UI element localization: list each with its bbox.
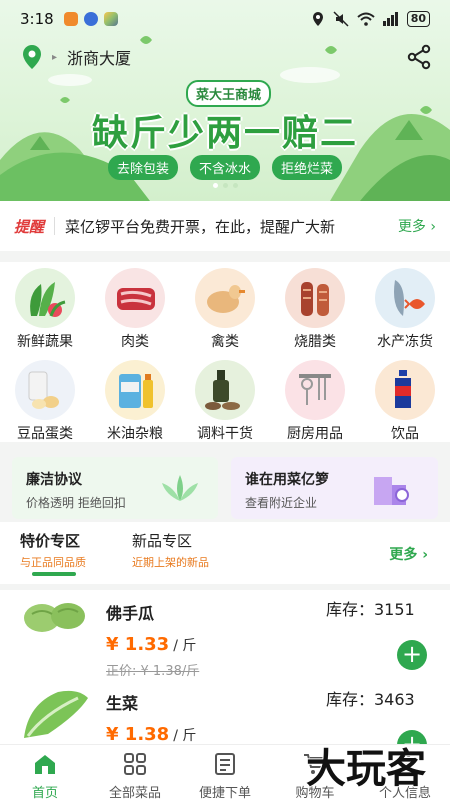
nav-quick-order[interactable]: 便捷下单 (180, 745, 270, 800)
nav-all-products[interactable]: 全部菜品 (90, 745, 180, 800)
tabs-more-link[interactable]: 更多 › (389, 544, 428, 564)
svg-text:大玩客: 大玩客 (306, 745, 426, 792)
location-status-icon (312, 12, 323, 26)
status-icons: 80 (311, 11, 430, 27)
vegetables-icon (15, 268, 75, 328)
notice-divider (54, 217, 56, 235)
mute-icon (333, 11, 349, 27)
roast-meat-icon (285, 268, 345, 328)
category-meat[interactable]: 肉类 (90, 262, 180, 352)
banner-title: 缺斤少两一赔二 (91, 112, 358, 154)
product-item[interactable]: 佛手瓜 库存：3151 ¥ 1.33/ 斤 正价: ¥ 1.38/斤 + (0, 590, 450, 682)
nav-home[interactable]: 首页 (0, 745, 90, 800)
order-icon (215, 753, 235, 775)
building-icon (374, 477, 409, 505)
status-bar: 3:18 80 (0, 0, 450, 38)
drinks-icon (375, 360, 435, 420)
location-bar[interactable]: ▸ 浙商大厦 (18, 42, 432, 72)
location-name[interactable]: 浙商大厦 (67, 45, 131, 69)
carousel-dot[interactable] (212, 183, 218, 188)
status-time: 3:18 (20, 10, 54, 28)
kitchenware-icon (285, 360, 345, 420)
notice-text: 菜亿锣平台免费开票，在此，提醒广大新 (65, 217, 336, 236)
seafood-icon (375, 268, 435, 328)
category-poultry[interactable]: 禽类 (180, 262, 270, 352)
carousel-dots (0, 183, 450, 188)
share-icon[interactable] (406, 44, 432, 70)
lettuce-image (24, 690, 88, 738)
notice-tag: 提醒 (14, 217, 45, 236)
hero-banner[interactable]: 3:18 80 ▸ 浙商大厦 菜大王商城 缺斤少两一赔二 去除包装 不含冰水 拒… (0, 0, 450, 201)
category-drinks[interactable]: 饮品 (360, 354, 450, 444)
category-rice-oil[interactable]: 米油杂粮 (90, 354, 180, 444)
lotus-icon (162, 475, 198, 501)
meat-icon (105, 268, 165, 328)
active-tab-indicator (32, 572, 76, 576)
product-price: ¥ 1.38/ 斤 (106, 724, 197, 745)
category-kitchenware[interactable]: 厨房用品 (270, 354, 360, 444)
home-icon (35, 755, 55, 774)
category-grid: 新鲜蔬果 肉类 禽类 烧腊类 水产冻货 豆品蛋类 米油杂粮 调料干货 厨房用品 … (0, 262, 450, 442)
banner-pill: 拒绝烂菜 (272, 155, 343, 180)
add-to-cart-button[interactable]: + (397, 640, 427, 670)
tab-special-offer[interactable]: 特价专区 与正品同品质 (20, 530, 86, 570)
category-seasoning[interactable]: 调料干货 (180, 354, 270, 444)
carousel-dot[interactable] (222, 183, 228, 188)
tab-new-arrivals[interactable]: 新品专区 近期上架的新品 (132, 530, 209, 570)
category-seafood[interactable]: 水产冻货 (360, 262, 450, 352)
banner-pills: 去除包装 不含冰水 拒绝烂菜 (0, 155, 450, 180)
carousel-dot[interactable] (232, 183, 238, 188)
watermark-logo: 大玩客 (306, 744, 427, 792)
product-original-price: 正价: ¥ 1.38/斤 (106, 664, 200, 679)
brand-tag: 菜大王商城 (186, 80, 272, 107)
product-price: ¥ 1.33/ 斤 (106, 634, 197, 655)
section-tabs: 特价专区 与正品同品质 新品专区 近期上架的新品 更多 › (0, 522, 450, 584)
notice-more-link[interactable]: 更多 › (398, 216, 436, 236)
notice-bar[interactable]: 提醒 菜亿锣平台免费开票，在此，提醒广大新 更多 › (0, 201, 450, 251)
seasoning-icon (195, 360, 255, 420)
banner-pill: 不含冰水 (189, 155, 260, 180)
notification-icon (63, 12, 78, 26)
chayote-image (24, 603, 85, 632)
category-eggs[interactable]: 豆品蛋类 (0, 354, 90, 444)
signal-icon (382, 12, 398, 26)
status-notifications (63, 12, 118, 26)
integrity-agreement-card[interactable]: 廉洁协议 价格透明 拒绝回扣 (12, 457, 218, 519)
category-vegetables[interactable]: 新鲜蔬果 (0, 262, 90, 352)
battery-indicator: 80 (406, 11, 430, 27)
nearby-companies-card[interactable]: 谁在用菜亿箩 查看附近企业 (231, 457, 438, 519)
grid-icon (124, 753, 146, 775)
eggs-icon (15, 360, 75, 420)
notification-icon (103, 12, 118, 26)
category-roast-meat[interactable]: 烧腊类 (270, 262, 360, 352)
dropdown-arrow-icon: ▸ (52, 51, 58, 63)
rice-oil-icon (105, 360, 165, 420)
wifi-icon (357, 12, 375, 26)
poultry-icon (195, 268, 255, 328)
notification-icon (83, 12, 98, 26)
banner-pill: 去除包装 (107, 155, 178, 180)
location-pin-icon[interactable] (18, 43, 46, 71)
